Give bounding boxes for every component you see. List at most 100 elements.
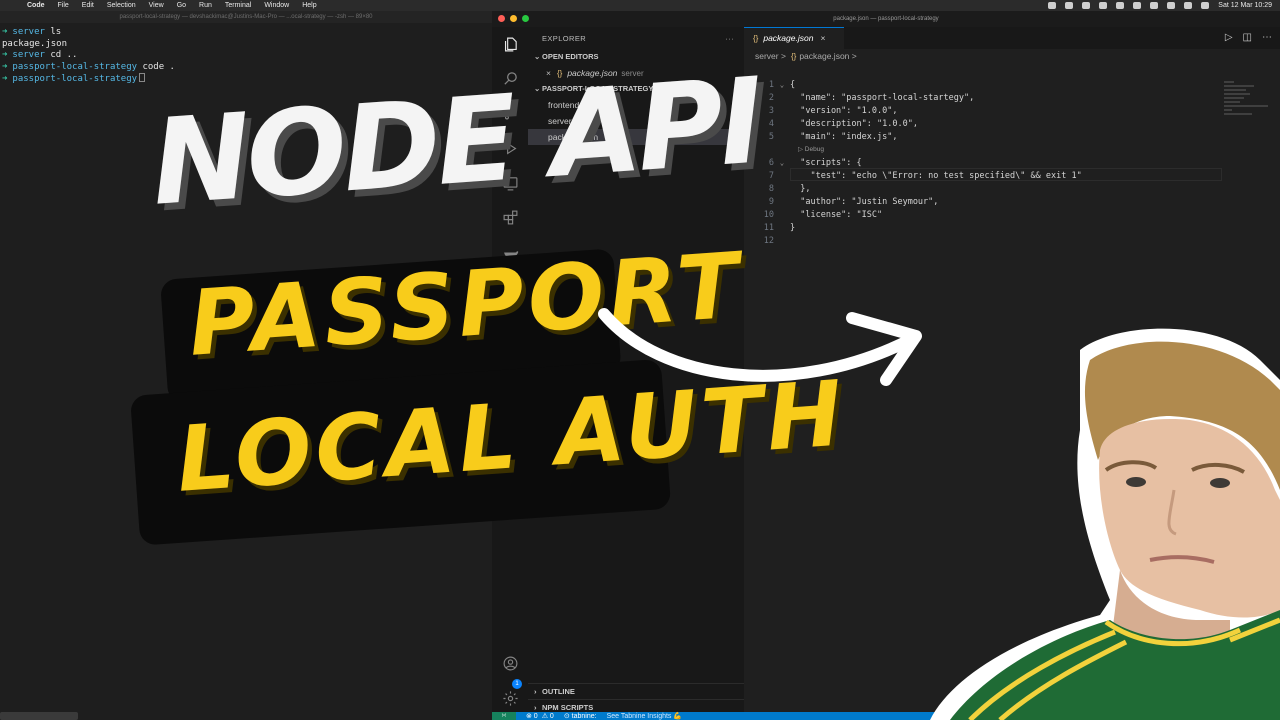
minimap[interactable] xyxy=(1224,79,1274,139)
wifi-icon[interactable] xyxy=(1167,2,1176,9)
fold-icon[interactable]: ⌄ xyxy=(774,157,790,170)
gear-icon[interactable] xyxy=(501,689,519,707)
fold-icon[interactable]: ⌄ xyxy=(774,79,790,92)
command-output: package.json xyxy=(2,38,68,49)
prompt-command: ls xyxy=(44,27,62,37)
problems-warnings[interactable]: ⚠ 0 xyxy=(542,712,554,720)
status-icon[interactable] xyxy=(1116,2,1125,9)
code-text: "description": "1.0.0", xyxy=(790,119,918,129)
tab-package-json[interactable]: {} package.json × xyxy=(744,27,844,49)
explorer-title: EXPLORER xyxy=(542,33,587,43)
menu-help[interactable]: Help xyxy=(302,2,316,9)
menu-terminal[interactable]: Terminal xyxy=(225,2,251,9)
menubar-clock[interactable]: Sat 12 Mar 10:29 xyxy=(1218,2,1272,9)
prompt-dir: passport-local-strategy xyxy=(12,61,138,72)
editor-tabbar: {} package.json × ▷ ◫ ⋯ xyxy=(744,27,1280,49)
breadcrumb-folder[interactable]: server xyxy=(755,51,779,61)
close-window-button[interactable] xyxy=(498,15,505,22)
code-line: 10 "license": "ISC" xyxy=(744,209,1224,222)
explorer-files-icon[interactable] xyxy=(501,35,519,53)
terminal-line: ➜ passport-local-strategy code . xyxy=(2,62,492,74)
tabnine-insights-link[interactable]: See Tabnine Insights 💪 xyxy=(607,712,683,720)
menu-run[interactable]: Run xyxy=(199,2,212,9)
code-text: "version": "1.0.0", xyxy=(790,106,898,116)
problems-errors[interactable]: ⊗ 0 xyxy=(526,712,538,720)
npm-scripts-label: NPM SCRIPTS xyxy=(542,703,594,712)
accounts-icon[interactable] xyxy=(501,654,519,672)
code-line: 4 "description": "1.0.0", xyxy=(744,118,1224,131)
prompt-arrow: ➜ xyxy=(2,27,8,37)
menu-go[interactable]: Go xyxy=(177,2,186,9)
window-title: package.json — passport-local-strategy xyxy=(833,16,939,22)
prompt-dir: server xyxy=(12,50,45,60)
breadcrumb-separator: > xyxy=(851,51,857,61)
status-icon[interactable] xyxy=(1048,2,1057,9)
json-file-icon: {} xyxy=(790,52,797,61)
terminal-line: ➜ server cd .. xyxy=(2,50,492,62)
code-text: }, xyxy=(790,184,811,194)
code-line: 1 ⌄{ xyxy=(744,79,1224,92)
code-line: 7 "test": "echo \"Error: no test specifi… xyxy=(744,170,1224,183)
menu-view[interactable]: View xyxy=(149,2,164,9)
debug-codelens[interactable]: ▷ Debug xyxy=(798,145,824,153)
line-number: 12 xyxy=(763,236,774,246)
status-icon[interactable] xyxy=(1099,2,1108,9)
line-number: 9 xyxy=(768,197,774,207)
split-editor-icon[interactable]: ◫ xyxy=(1243,32,1252,43)
zoom-window-button[interactable] xyxy=(522,15,529,22)
terminal-cursor xyxy=(139,73,146,82)
search-icon[interactable] xyxy=(1184,2,1193,9)
tabnine-status[interactable]: ⊙ tabnine: xyxy=(564,712,597,720)
prompt-command: cd .. xyxy=(44,50,78,60)
minimize-window-button[interactable] xyxy=(510,15,517,22)
prompt-arrow: ➜ xyxy=(2,74,8,84)
status-icon[interactable] xyxy=(1082,2,1091,9)
code-text: "license": "ISC" xyxy=(790,210,883,220)
volume-icon[interactable] xyxy=(1133,2,1142,9)
breadcrumb-separator: > xyxy=(781,51,786,61)
code-text: { xyxy=(790,80,796,90)
code-line: 2 "name": "passport-local-startegy", xyxy=(744,92,1224,105)
code-line: 12 xyxy=(744,235,1224,248)
terminal-title: passport-local-strategy — devshackimac@J… xyxy=(0,11,492,23)
more-actions-button[interactable]: ··· xyxy=(725,34,734,43)
presenter-photo xyxy=(930,328,1280,720)
code-text: "test": "echo \"Error: no test specified… xyxy=(790,171,1082,181)
accounts-badge: 1 xyxy=(512,679,522,689)
code-text: "name": "passport-local-startegy", xyxy=(790,93,975,103)
tab-label: package.json xyxy=(763,33,814,43)
extensions-icon[interactable] xyxy=(501,208,519,226)
code-line: 5 "main": "index.js", xyxy=(744,131,1224,144)
menu-edit[interactable]: Edit xyxy=(82,2,94,9)
terminal-line: package.json xyxy=(2,39,492,51)
menu-selection[interactable]: Selection xyxy=(107,2,136,9)
explorer-header: EXPLORER ··· xyxy=(528,27,744,49)
code-line: 8 }, xyxy=(744,183,1224,196)
run-file-icon[interactable]: ▷ xyxy=(1225,32,1233,43)
menubar-status-area: Sat 12 Mar 10:29 xyxy=(1048,0,1272,11)
chevron-right-icon: › xyxy=(534,687,537,696)
more-actions-icon[interactable]: ⋯ xyxy=(1262,32,1272,43)
outline-section[interactable]: › OUTLINE xyxy=(528,683,744,699)
chevron-down-icon: ⌄ xyxy=(534,52,541,61)
remote-indicator-icon[interactable]: ›‹ xyxy=(492,712,516,720)
close-icon[interactable]: × xyxy=(820,33,825,43)
code-text: "scripts": { xyxy=(790,158,862,168)
line-number: 11 xyxy=(763,223,774,233)
terminal-scrollbar[interactable] xyxy=(0,712,78,720)
code-text: } xyxy=(790,223,796,233)
menu-app-code[interactable]: Code xyxy=(27,2,45,9)
terminal-line: ➜ server ls xyxy=(2,27,492,39)
prompt-arrow: ➜ xyxy=(2,61,8,72)
breadcrumb: server > {} package.json > xyxy=(744,49,1280,63)
bluetooth-icon[interactable] xyxy=(1150,2,1159,9)
menu-file[interactable]: File xyxy=(58,2,69,9)
menu-window[interactable]: Window xyxy=(264,2,289,9)
outline-label: OUTLINE xyxy=(542,687,575,696)
json-file-icon: {} xyxy=(753,34,759,43)
prompt-arrow: ➜ xyxy=(2,50,8,60)
status-icon[interactable] xyxy=(1065,2,1074,9)
window-controls xyxy=(498,15,529,22)
breadcrumb-file[interactable]: package.json xyxy=(799,51,849,61)
control-center-icon[interactable] xyxy=(1201,2,1210,9)
